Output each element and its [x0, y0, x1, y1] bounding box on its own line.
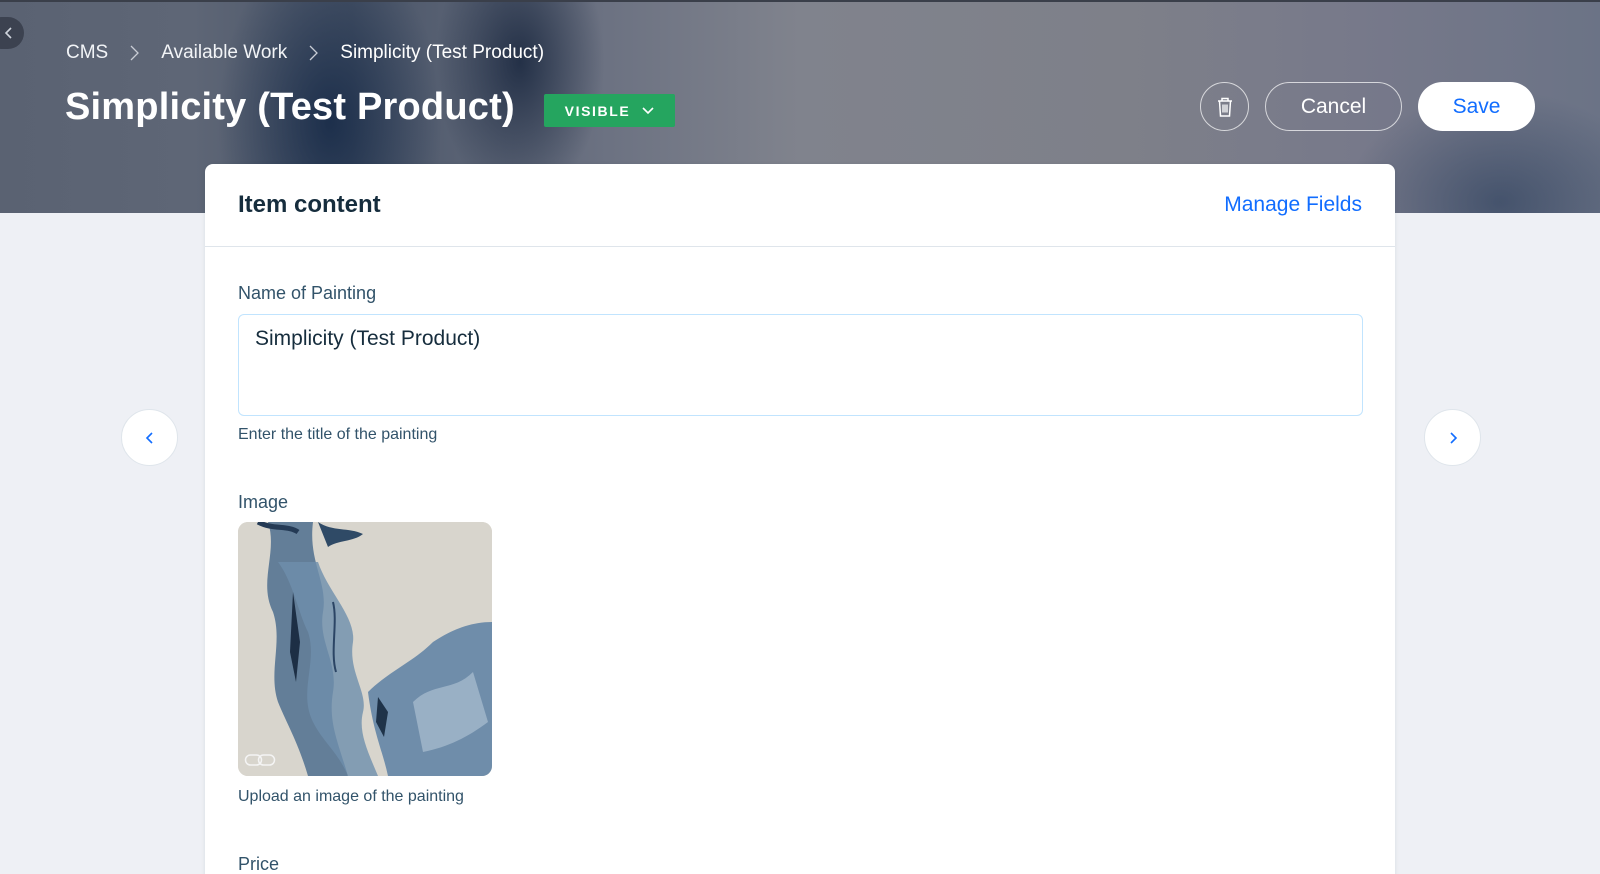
- visibility-dropdown[interactable]: VISIBLE: [544, 94, 675, 127]
- painting-thumbnail: [238, 522, 492, 776]
- image-field-label: Image: [238, 492, 289, 512]
- breadcrumb-current: Simplicity (Test Product): [340, 42, 545, 63]
- chevron-right-icon: [1449, 431, 1457, 444]
- next-item-button[interactable]: [1424, 409, 1481, 466]
- breadcrumb-available-work[interactable]: Available Work: [161, 42, 287, 64]
- cancel-button[interactable]: Cancel: [1265, 82, 1402, 131]
- price-field-label: Price: [238, 854, 280, 874]
- link-icon: [244, 754, 276, 766]
- save-button[interactable]: Save: [1418, 82, 1535, 131]
- chevron-down-icon: [642, 106, 654, 114]
- chevron-left-icon: [145, 431, 153, 444]
- item-content-card: Item content Manage Fields Name of Paint…: [205, 164, 1395, 874]
- delete-button[interactable]: [1200, 82, 1249, 131]
- card-header: Item content Manage Fields: [205, 164, 1395, 247]
- image-field-helper: Upload an image of the painting: [238, 788, 464, 805]
- breadcrumb: CMS Available Work Simplicity (Test Prod…: [66, 42, 544, 64]
- name-field-helper: Enter the title of the painting: [238, 426, 438, 443]
- chevron-left-icon: [4, 27, 12, 39]
- manage-fields-link[interactable]: Manage Fields: [1224, 193, 1362, 217]
- breadcrumb-cms[interactable]: CMS: [66, 42, 108, 64]
- card-title: Item content: [238, 191, 381, 218]
- painting-image[interactable]: [238, 522, 492, 776]
- chevron-right-icon: [309, 45, 319, 61]
- name-field-label: Name of Painting: [238, 283, 377, 303]
- page-title: Simplicity (Test Product): [65, 86, 515, 128]
- trash-icon: [1217, 97, 1232, 117]
- chevron-right-icon: [130, 45, 140, 61]
- name-of-painting-input[interactable]: Simplicity (Test Product): [238, 314, 1363, 416]
- visibility-label: VISIBLE: [564, 102, 631, 119]
- previous-item-button[interactable]: [121, 409, 178, 466]
